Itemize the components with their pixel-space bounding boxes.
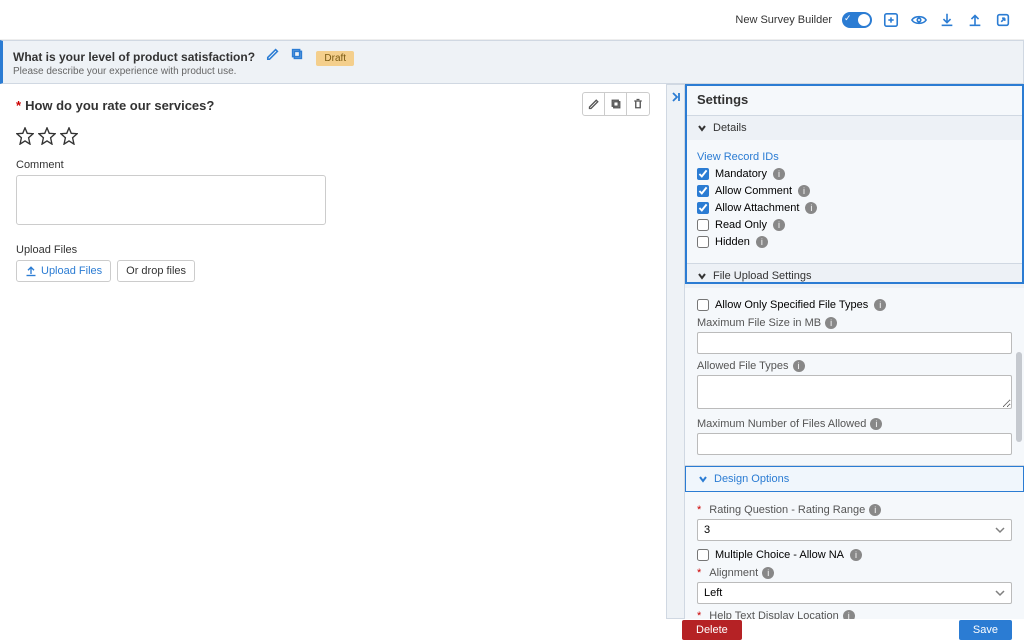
max-filesize-input[interactable] [697,332,1012,354]
info-icon[interactable]: i [773,219,785,231]
info-icon[interactable]: i [805,202,817,214]
max-files-label: Maximum Number of Files Allowed [697,418,866,430]
upload-icon[interactable] [966,11,984,29]
upload-files-button[interactable]: Upload Files [16,260,111,282]
top-toolbar: New Survey Builder [0,0,1024,40]
allow-attachment-checkbox[interactable] [697,202,709,214]
settings-title: Settings [685,84,1024,115]
hidden-checkbox[interactable] [697,236,709,248]
footer-bar: Delete Save [0,617,1024,643]
info-icon[interactable]: i [793,360,805,372]
rating-range-select[interactable]: 3 [697,519,1012,541]
info-icon[interactable]: i [869,504,881,516]
add-icon[interactable] [882,11,900,29]
preview-icon[interactable] [910,11,928,29]
question-canvas: *How do you rate our services? Comment U… [0,84,666,619]
builder-toggle-label: New Survey Builder [735,14,832,26]
edit-question-button[interactable] [583,93,605,115]
allow-attachment-label: Allow Attachment [715,202,799,214]
rating-range-label: Rating Question - Rating Range [709,504,865,516]
expand-settings-tab[interactable] [666,84,684,619]
allow-na-label: Multiple Choice - Allow NA [715,549,844,561]
read-only-checkbox[interactable] [697,219,709,231]
download-icon[interactable] [938,11,956,29]
builder-toggle[interactable] [842,12,872,28]
info-icon[interactable]: i [762,567,774,579]
read-only-label: Read Only [715,219,767,231]
info-icon[interactable]: i [798,185,810,197]
info-icon[interactable]: i [874,299,886,311]
duplicate-question-button[interactable] [605,93,627,115]
info-icon[interactable]: i [870,418,882,430]
mandatory-label: Mandatory [715,168,767,180]
view-record-ids-link[interactable]: View Record IDs [697,151,779,163]
allow-comment-label: Allow Comment [715,185,792,197]
mandatory-checkbox[interactable] [697,168,709,180]
info-icon[interactable]: i [773,168,785,180]
info-icon[interactable]: i [825,317,837,329]
allow-comment-checkbox[interactable] [697,185,709,197]
comment-input[interactable] [16,175,326,225]
settings-panel: Settings Details View Record IDs Mandato… [684,84,1024,619]
copy-icon[interactable] [290,48,304,65]
question-subtitle: Please describe your experience with pro… [13,66,1013,77]
allowed-types-input[interactable] [697,375,1012,409]
drop-files-button[interactable]: Or drop files [117,260,195,282]
delete-question-button[interactable] [627,93,649,115]
question-title: What is your level of product satisfacti… [13,50,255,64]
allow-na-checkbox[interactable] [697,549,709,561]
details-section-header[interactable]: Details [685,116,1024,140]
alignment-select[interactable]: Left [697,582,1012,604]
info-icon[interactable]: i [756,236,768,248]
file-upload-section-header[interactable]: File Upload Settings [685,264,1024,288]
question-actions [582,92,650,116]
comment-label: Comment [16,159,650,171]
question-text: *How do you rate our services? [16,98,650,113]
upload-files-label: Upload Files [16,244,650,256]
allow-only-types-label: Allow Only Specified File Types [715,299,868,311]
max-filesize-label: Maximum File Size in MB [697,317,821,329]
allow-only-types-checkbox[interactable] [697,299,709,311]
allowed-types-label: Allowed File Types [697,360,789,372]
alignment-label: Alignment [709,567,758,579]
info-icon[interactable]: i [850,549,862,561]
max-files-input[interactable] [697,433,1012,455]
rating-stars[interactable] [16,127,650,145]
status-badge: Draft [316,51,354,66]
hidden-label: Hidden [715,236,750,248]
save-button[interactable]: Save [959,620,1012,640]
scrollbar[interactable] [1016,352,1022,442]
delete-button[interactable]: Delete [682,620,742,640]
edit-icon[interactable] [266,48,280,65]
question-header-band: What is your level of product satisfacti… [0,40,1024,84]
design-options-section-header[interactable]: Design Options [685,466,1024,492]
export-icon[interactable] [994,11,1012,29]
